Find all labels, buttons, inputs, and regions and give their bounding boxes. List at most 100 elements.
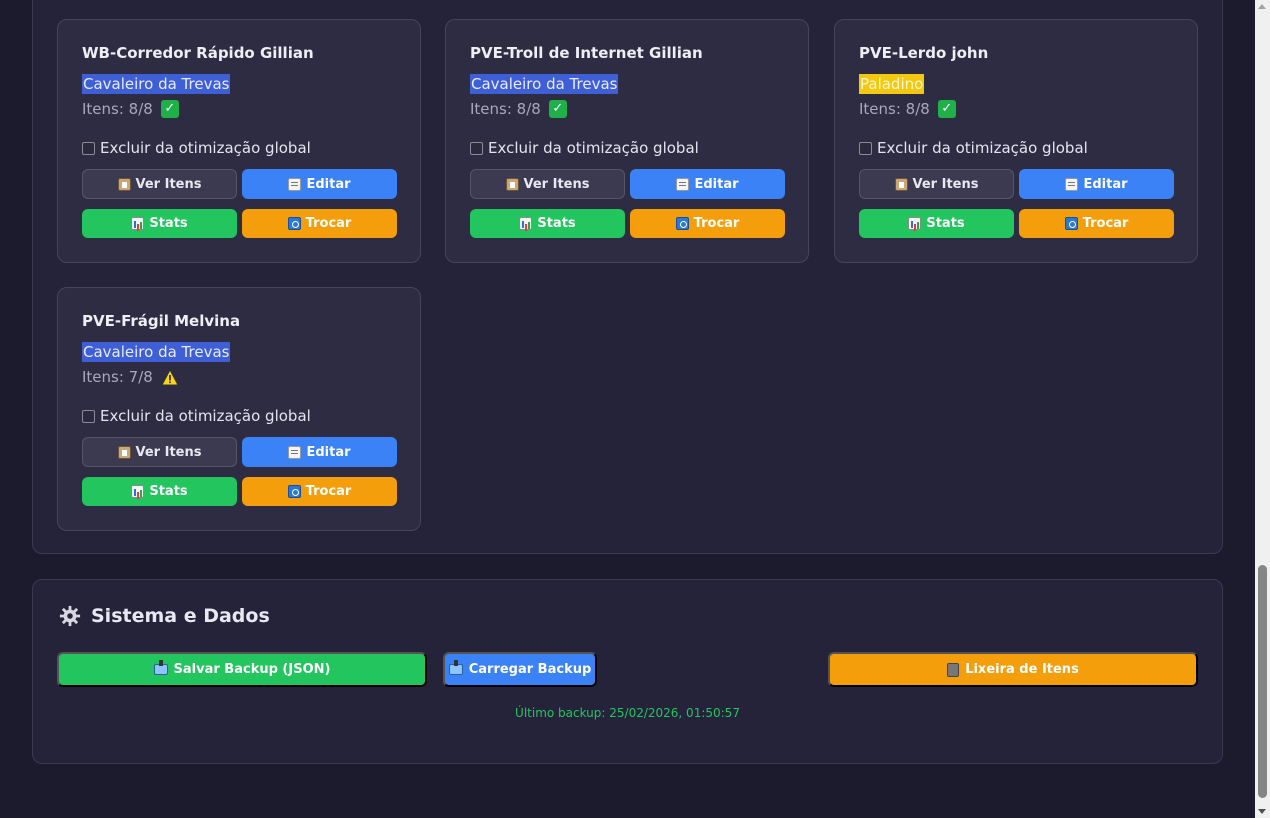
bar-chart-icon (131, 217, 145, 230)
stats-button[interactable]: Stats (82, 209, 237, 238)
load-backup-button[interactable]: Carregar Backup (443, 652, 597, 687)
stats-button[interactable]: Stats (859, 209, 1014, 238)
stats-label: Stats (149, 216, 188, 231)
edit-label: Editar (1083, 176, 1128, 192)
clipboard-icon (117, 177, 131, 191)
item-trash-label: Lixeira de Itens (965, 662, 1079, 677)
check-mark-icon: ✓ (548, 100, 567, 118)
exclude-checkbox[interactable] (470, 141, 483, 155)
exclude-checkbox[interactable] (859, 141, 872, 155)
view-items-button[interactable]: Ver Itens (82, 169, 237, 199)
load-backup-label: Carregar Backup (468, 662, 592, 677)
memo-icon (288, 445, 302, 459)
scroll-up-arrow-icon[interactable] (1258, 4, 1266, 9)
memo-icon (288, 177, 302, 191)
stats-button[interactable]: Stats (82, 477, 237, 506)
exclude-optimization-toggle[interactable]: Excluir da otimização global (82, 407, 311, 425)
items-count: Itens: 8/8 (470, 100, 541, 118)
items-count: Itens: 7/8 (82, 368, 153, 386)
view-items-label: Ver Itens (912, 176, 979, 192)
stats-label: Stats (537, 216, 576, 231)
page-scrollbar[interactable] (1255, 0, 1270, 818)
system-title-text: Sistema e Dados (91, 605, 270, 627)
character-name: PVE-Troll de Internet Gillian (470, 44, 703, 62)
memo-icon (1065, 177, 1079, 191)
system-data-panel: Sistema e Dados Salvar Backup (JSON) Car… (32, 579, 1223, 764)
system-section-title: Sistema e Dados (59, 605, 270, 627)
edit-label: Editar (694, 176, 739, 192)
swap-arrows-icon (287, 485, 301, 498)
character-card: PVE-Troll de Internet Gillian Cavaleiro … (445, 19, 809, 263)
memo-icon (676, 177, 690, 191)
stats-button[interactable]: Stats (470, 209, 625, 238)
swap-arrows-icon (675, 217, 689, 230)
swap-button[interactable]: Trocar (242, 477, 397, 506)
exclude-optimization-toggle[interactable]: Excluir da otimização global (470, 139, 699, 157)
view-items-label: Ver Itens (523, 176, 590, 192)
character-name: WB-Corredor Rápido Gillian (82, 44, 314, 62)
view-items-button[interactable]: Ver Itens (470, 169, 625, 199)
swap-label: Trocar (693, 216, 740, 231)
exclude-checkbox[interactable] (82, 141, 95, 155)
items-count-row: Itens: 8/8 ✓ (470, 100, 567, 118)
warning-icon (160, 368, 179, 385)
bar-chart-icon (908, 217, 922, 230)
exclude-label: Excluir da otimização global (100, 139, 311, 157)
check-mark-icon: ✓ (160, 100, 179, 118)
character-card: WB-Corredor Rápido Gillian Cavaleiro da … (57, 19, 421, 263)
items-count-row: Itens: 7/8 (82, 368, 179, 386)
character-class: Cavaleiro da Trevas (470, 74, 619, 94)
edit-button[interactable]: Editar (242, 437, 397, 467)
stats-label: Stats (149, 484, 188, 499)
outbox-tray-icon (448, 660, 463, 675)
save-backup-label: Salvar Backup (JSON) (173, 662, 331, 677)
character-card: PVE-Frágil Melvina Cavaleiro da Trevas I… (57, 287, 421, 531)
check-mark-icon: ✓ (937, 100, 956, 118)
edit-button[interactable]: Editar (242, 169, 397, 199)
stats-label: Stats (926, 216, 965, 231)
items-count-row: Itens: 8/8 ✓ (859, 100, 956, 118)
bar-chart-icon (519, 217, 533, 230)
last-backup-timestamp: Último backup: 25/02/2026, 01:50:57 (515, 706, 740, 720)
save-backup-button[interactable]: Salvar Backup (JSON) (57, 652, 427, 687)
items-count: Itens: 8/8 (859, 100, 930, 118)
view-items-button[interactable]: Ver Itens (859, 169, 1014, 199)
exclude-optimization-toggle[interactable]: Excluir da otimização global (859, 139, 1088, 157)
swap-button[interactable]: Trocar (1019, 209, 1174, 238)
character-name: PVE-Lerdo john (859, 44, 989, 62)
exclude-checkbox[interactable] (82, 409, 95, 423)
items-count-row: Itens: 8/8 ✓ (82, 100, 179, 118)
outbox-tray-icon (153, 660, 168, 675)
character-name: PVE-Frágil Melvina (82, 312, 241, 330)
character-card: PVE-Lerdo john Paladino Itens: 8/8 ✓ Exc… (834, 19, 1198, 263)
clipboard-icon (894, 177, 908, 191)
view-items-label: Ver Itens (135, 176, 202, 192)
character-class: Cavaleiro da Trevas (82, 74, 231, 94)
edit-label: Editar (306, 176, 351, 192)
exclude-label: Excluir da otimização global (488, 139, 699, 157)
exclude-label: Excluir da otimização global (877, 139, 1088, 157)
gear-icon (59, 605, 81, 627)
swap-label: Trocar (305, 484, 352, 499)
swap-button[interactable]: Trocar (630, 209, 785, 238)
edit-button[interactable]: Editar (1019, 169, 1174, 199)
wastebasket-icon (947, 662, 960, 677)
swap-button[interactable]: Trocar (242, 209, 397, 238)
scrollbar-thumb[interactable] (1258, 565, 1267, 798)
scroll-down-arrow-icon[interactable] (1258, 809, 1266, 814)
view-items-button[interactable]: Ver Itens (82, 437, 237, 467)
view-items-label: Ver Itens (135, 444, 202, 460)
swap-arrows-icon (1064, 217, 1078, 230)
swap-label: Trocar (305, 216, 352, 231)
items-count: Itens: 8/8 (82, 100, 153, 118)
edit-button[interactable]: Editar (630, 169, 785, 199)
clipboard-icon (117, 445, 131, 459)
clipboard-icon (505, 177, 519, 191)
exclude-optimization-toggle[interactable]: Excluir da otimização global (82, 139, 311, 157)
swap-label: Trocar (1082, 216, 1129, 231)
character-class: Cavaleiro da Trevas (82, 342, 231, 362)
character-class: Paladino (859, 74, 925, 94)
bar-chart-icon (131, 485, 145, 498)
item-trash-button[interactable]: Lixeira de Itens (828, 652, 1198, 687)
exclude-label: Excluir da otimização global (100, 407, 311, 425)
